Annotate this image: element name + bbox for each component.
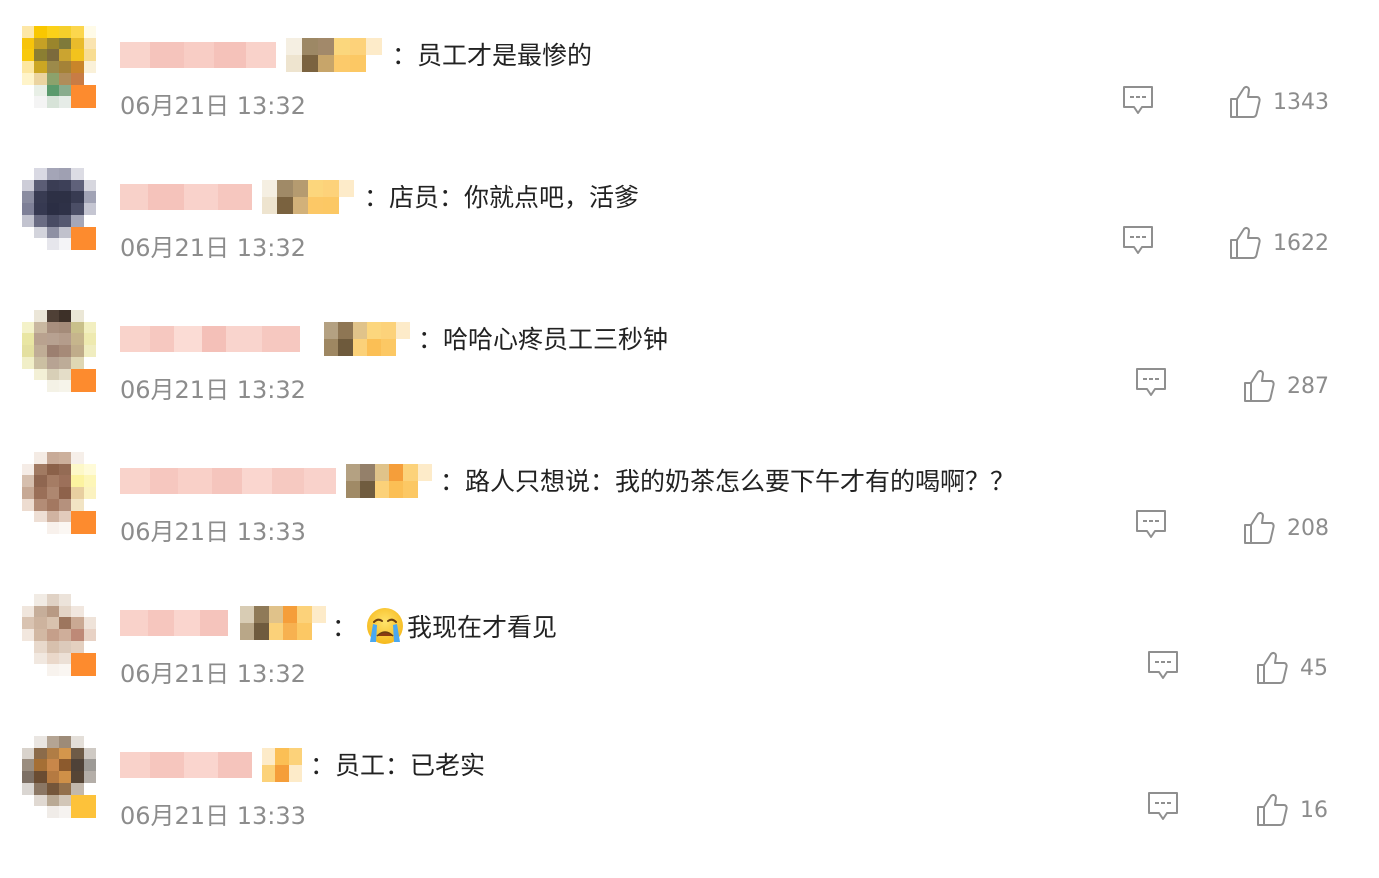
comment-content: ：路人只想说：我的奶茶怎么要下午才有的喝啊？？ [440,464,1015,500]
comment-item: ： 我现在才看见 06月21日 13:32 45 [0,594,1379,736]
user-badge-redacted [346,464,432,498]
avatar[interactable] [22,594,96,676]
like-count: 16 [1300,797,1328,823]
thumbs-up-icon [1257,793,1288,826]
username-redacted[interactable] [120,610,228,636]
comment-text: 店员：你就点吧，活爹 [389,183,640,212]
comment-item: ：哈哈心疼员工三秒钟 06月21日 13:32 287 [0,310,1379,452]
like-button[interactable]: 1622 [1229,223,1329,263]
user-badge-redacted [286,38,382,72]
comment-text: 员工：已老实 [335,751,486,780]
like-count: 208 [1287,515,1329,541]
colon-separator: ： [332,613,358,642]
username-redacted[interactable] [120,752,252,778]
avatar[interactable] [22,168,96,250]
avatar[interactable] [22,452,96,534]
comment-text: 员工才是最惨的 [417,41,593,70]
comment-text: 路人只想说：我的奶茶怎么要下午才有的喝啊？？ [465,467,1016,496]
like-button[interactable]: 45 [1256,648,1328,688]
thumbs-up-icon [1244,511,1275,544]
comment-item: ：路人只想说：我的奶茶怎么要下午才有的喝啊？？ 06月21日 13:33 208 [0,452,1379,594]
like-button[interactable]: 1343 [1229,82,1329,122]
thumbs-up-icon [1230,85,1261,118]
comment-content: ：哈哈心疼员工三秒钟 [418,322,668,358]
thumbs-up-icon [1244,369,1275,402]
like-count: 45 [1300,655,1328,681]
comment-timestamp: 06月21日 13:32 [120,92,306,120]
reply-comment-icon[interactable] [1121,224,1155,258]
comment-timestamp: 06月21日 13:32 [120,660,306,688]
reply-comment-icon[interactable] [1134,366,1168,400]
comment-item: ：员工：已老实 06月21日 13:33 16 [0,736,1379,878]
comment-text: 哈哈心疼员工三秒钟 [443,325,669,354]
thumbs-up-icon [1257,651,1288,684]
like-count: 287 [1287,373,1329,399]
avatar[interactable] [22,310,96,392]
comment-item: ：员工才是最惨的 06月21日 13:32 1343 [0,26,1379,168]
user-badge-redacted [262,180,354,214]
comment-item: ：店员：你就点吧，活爹 06月21日 13:32 1622 [0,168,1379,310]
comment-content: ：员工才是最惨的 [392,38,592,74]
user-badge-redacted [240,606,326,640]
reply-comment-icon[interactable] [1134,508,1168,542]
username-redacted[interactable] [120,468,336,494]
username-redacted[interactable] [120,42,276,68]
like-button[interactable]: 287 [1243,366,1329,406]
reply-comment-icon[interactable] [1121,84,1155,118]
comment-timestamp: 06月21日 13:32 [120,376,306,404]
reply-comment-icon[interactable] [1146,790,1180,824]
colon-separator: ： [440,467,466,496]
username-redacted[interactable] [120,326,300,352]
colon-separator: ： [310,751,336,780]
colon-separator: ： [392,41,418,70]
comment-timestamp: 06月21日 13:33 [120,518,306,546]
username-redacted[interactable] [120,184,252,210]
colon-separator: ： [418,325,444,354]
like-button[interactable]: 208 [1243,508,1329,548]
like-count: 1622 [1273,230,1329,256]
like-count: 1343 [1273,89,1329,115]
like-button[interactable]: 16 [1256,790,1328,830]
avatar[interactable] [22,26,96,108]
avatar[interactable] [22,736,96,818]
comment-content: ：员工：已老实 [310,748,485,784]
thumbs-up-icon [1230,226,1261,259]
comment-content: ： 我现在才看见 [332,606,557,646]
comment-content: ：店员：你就点吧，活爹 [364,180,639,216]
comment-text: 我现在才看见 [406,613,557,642]
comment-timestamp: 06月21日 13:32 [120,234,306,262]
reply-comment-icon[interactable] [1146,649,1180,683]
comment-timestamp: 06月21日 13:33 [120,802,306,830]
colon-separator: ： [364,183,390,212]
user-badge-redacted [324,322,410,356]
user-badge-redacted [262,748,302,782]
crying-face-emoji-icon [366,608,403,644]
